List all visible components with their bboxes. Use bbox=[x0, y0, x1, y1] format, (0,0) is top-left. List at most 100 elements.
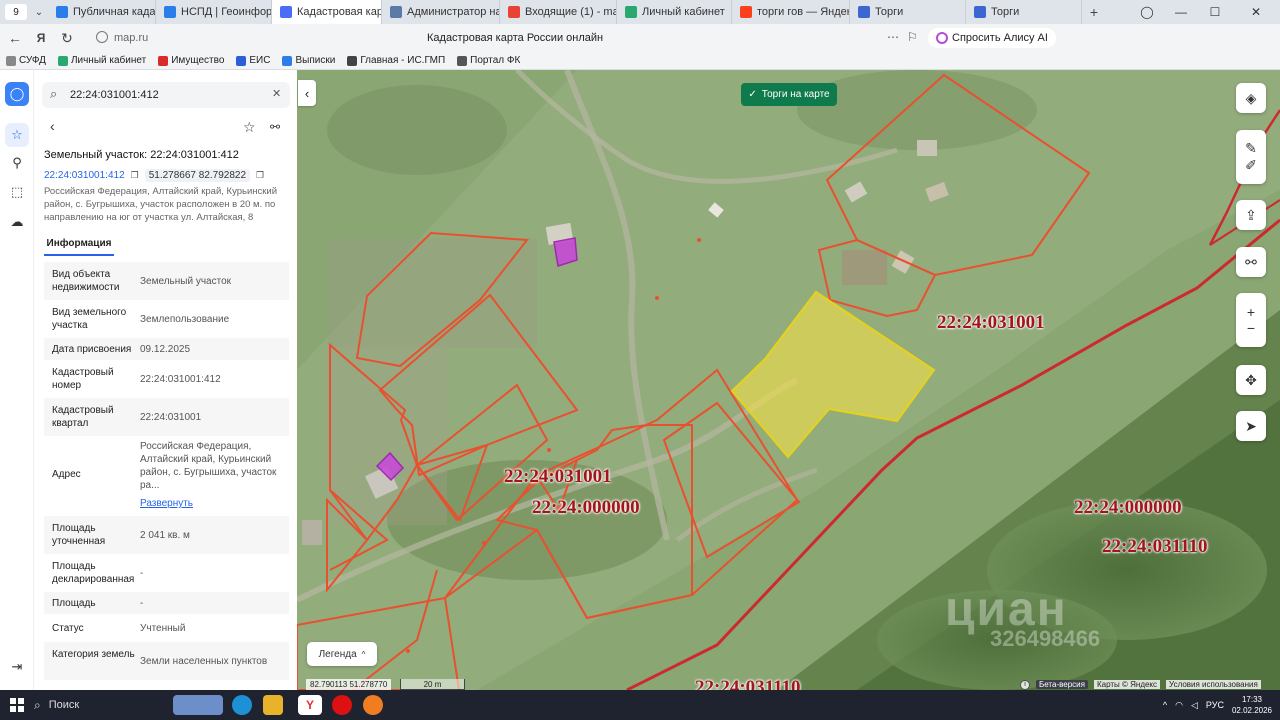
bookmark-label: СУФД bbox=[19, 55, 46, 66]
reload-icon[interactable]: ↻ bbox=[54, 25, 80, 51]
volume-icon[interactable]: ◁ bbox=[1191, 700, 1198, 711]
tab-6[interactable]: торги гов — Яндекс: bbox=[732, 0, 850, 24]
bookmark-6[interactable]: Портал ФК bbox=[451, 55, 526, 66]
url-field[interactable]: map.ru Кадастровая карта России онлайн ⋯… bbox=[92, 28, 922, 48]
copy-coords-icon[interactable]: ❐ bbox=[256, 170, 264, 181]
bookmark-icon[interactable]: ⚐ bbox=[907, 30, 918, 44]
field-label: Кадастровый номер bbox=[52, 367, 114, 391]
tabs-dropdown-icon[interactable]: ⌄ bbox=[30, 0, 48, 25]
wifi-icon[interactable]: ◠ bbox=[1175, 700, 1183, 711]
maximize-button[interactable]: ☐ bbox=[1198, 0, 1232, 24]
tab-8[interactable]: Торги bbox=[966, 0, 1082, 24]
zoom-in-icon[interactable]: + bbox=[1247, 304, 1255, 320]
tab-favicon-icon bbox=[56, 6, 68, 18]
tab-count-badge[interactable]: 9 bbox=[5, 4, 27, 20]
field-label: Адрес bbox=[52, 469, 81, 480]
layers-icon[interactable]: ◈ bbox=[1236, 83, 1266, 113]
app-logo-icon[interactable]: ◯ bbox=[5, 82, 29, 106]
minimize-button[interactable]: — bbox=[1164, 0, 1198, 24]
new-tab-button[interactable]: + bbox=[1082, 0, 1106, 25]
language-indicator[interactable]: РУС bbox=[1206, 700, 1224, 710]
legend-label: Легенда bbox=[318, 648, 357, 660]
terms-link[interactable]: Условия использования bbox=[1166, 680, 1261, 689]
tab-1[interactable]: НСПД | Геоинформа bbox=[156, 0, 272, 24]
tab-4[interactable]: Входящие (1) - maria bbox=[500, 0, 617, 24]
profile-icon[interactable]: ◯ bbox=[1130, 0, 1164, 24]
tray-chevron-icon[interactable]: ^ bbox=[1163, 700, 1167, 710]
field-label: Вид земельного участка bbox=[52, 307, 127, 331]
share-map-icon[interactable]: ⚯ bbox=[1236, 247, 1266, 277]
clock[interactable]: 17:33 02.02.2026 bbox=[1232, 694, 1272, 716]
edit-icon[interactable]: ✐ bbox=[1245, 157, 1257, 174]
site-info-icon[interactable] bbox=[96, 31, 108, 43]
search-input[interactable] bbox=[70, 86, 260, 104]
coords-badge: 51.278667 82.792822 bbox=[144, 169, 251, 182]
taskbar-search[interactable]: ⌕ Поиск bbox=[34, 695, 164, 715]
bookmark-3[interactable]: ЕИС bbox=[230, 55, 276, 66]
bookmark-0[interactable]: СУФД bbox=[0, 55, 52, 66]
close-window-button[interactable]: ✕ bbox=[1232, 0, 1280, 24]
field-label: Площадь bbox=[52, 597, 96, 609]
check-icon: ✓ bbox=[748, 89, 757, 100]
tab-favicon-icon bbox=[280, 6, 292, 18]
opera-icon[interactable] bbox=[332, 695, 352, 715]
back-arrow-icon[interactable]: ← bbox=[2, 25, 28, 51]
firefox-icon[interactable] bbox=[363, 695, 383, 715]
tab-7[interactable]: Торги bbox=[850, 0, 966, 24]
tab-0[interactable]: Публичная кадастро bbox=[48, 0, 156, 24]
favorite-star-icon[interactable]: ☆ bbox=[243, 119, 256, 136]
zoom-out-icon[interactable]: − bbox=[1247, 320, 1255, 336]
torgi-on-map-toggle[interactable]: ✓ Торги на карте bbox=[741, 83, 837, 106]
select-area-icon[interactable]: ⬚ bbox=[5, 180, 29, 204]
tab-information[interactable]: Информация bbox=[44, 233, 114, 256]
field-value: Землепользование bbox=[140, 313, 230, 325]
bookmark-label: Личный кабинет bbox=[70, 55, 147, 66]
tab-favicon-icon bbox=[164, 6, 176, 18]
tab-favicon-icon bbox=[625, 6, 637, 18]
tab-label: Кадастровая карт bbox=[297, 6, 382, 18]
back-chevron-icon[interactable]: ‹ bbox=[50, 118, 55, 134]
locate-arrow-icon[interactable]: ➤ bbox=[1236, 411, 1266, 441]
legend-button[interactable]: Легенда ^ bbox=[307, 642, 377, 666]
alice-icon bbox=[936, 32, 948, 44]
move-icon[interactable]: ✥ bbox=[1236, 365, 1266, 395]
tab-label: Личный кабинет bbox=[642, 6, 725, 18]
search-box: ⌕ ✕ bbox=[42, 82, 290, 108]
clear-search-icon[interactable]: ✕ bbox=[272, 87, 281, 100]
tab-2[interactable]: Кадастровая карт bbox=[272, 0, 382, 24]
field-value: 22:24:031001 bbox=[140, 411, 202, 423]
beta-badge[interactable]: Бета-версия bbox=[1036, 680, 1088, 689]
ask-alice-button[interactable]: Спросить Алису AI bbox=[928, 28, 1056, 48]
bookmark-1[interactable]: Личный кабинет bbox=[52, 55, 152, 66]
field-label: Кадастровый квартал bbox=[52, 405, 114, 429]
system-tray: ^ ◠ ◁ РУС 17:33 02.02.2026 bbox=[1163, 694, 1272, 716]
tab-3[interactable]: Администратор нач bbox=[382, 0, 500, 24]
cad-number-link[interactable]: 22:24:031001:412 bbox=[44, 170, 125, 181]
bookmark-2[interactable]: Имущество bbox=[152, 55, 230, 66]
yandex-home-icon[interactable]: Я bbox=[28, 25, 54, 51]
edge-icon[interactable] bbox=[232, 695, 252, 715]
share-icon[interactable]: ⚯ bbox=[270, 120, 280, 134]
copy-icon[interactable]: ❐ bbox=[131, 170, 139, 181]
taskbar-search-label: Поиск bbox=[48, 699, 80, 711]
map-canvas[interactable]: циан 326498466 22:24:031001 22:24:031001… bbox=[297, 70, 1280, 690]
expand-address-link[interactable]: Развернуть bbox=[140, 498, 193, 509]
pencil-icon[interactable]: ✎ bbox=[1245, 140, 1257, 157]
explorer-icon[interactable] bbox=[263, 695, 283, 715]
news-widget-icon[interactable] bbox=[173, 695, 223, 715]
collapse-panel-chevron-icon[interactable]: ‹ bbox=[298, 80, 316, 106]
info-icon[interactable]: i bbox=[1020, 679, 1030, 690]
tab-5[interactable]: Личный кабинет bbox=[617, 0, 732, 24]
bookmark-icon bbox=[347, 55, 358, 66]
favorites-star-icon[interactable]: ☆ bbox=[5, 123, 29, 147]
cloud-upload-icon[interactable]: ⇪ bbox=[1236, 200, 1266, 230]
windows-start-icon[interactable] bbox=[10, 698, 24, 712]
bookmark-5[interactable]: Главная - ИС.ГМП bbox=[341, 55, 451, 66]
cloud-icon[interactable]: ☁ bbox=[5, 210, 29, 234]
bookmark-4[interactable]: Выписки bbox=[276, 55, 341, 66]
building-purple bbox=[553, 237, 578, 267]
yandex-browser-icon[interactable]: Y bbox=[298, 695, 322, 715]
tools-icon[interactable]: ⚲ bbox=[5, 151, 29, 175]
more-dots-icon[interactable]: ⋯ bbox=[887, 30, 899, 44]
logout-icon[interactable]: ⇥ bbox=[5, 655, 29, 679]
